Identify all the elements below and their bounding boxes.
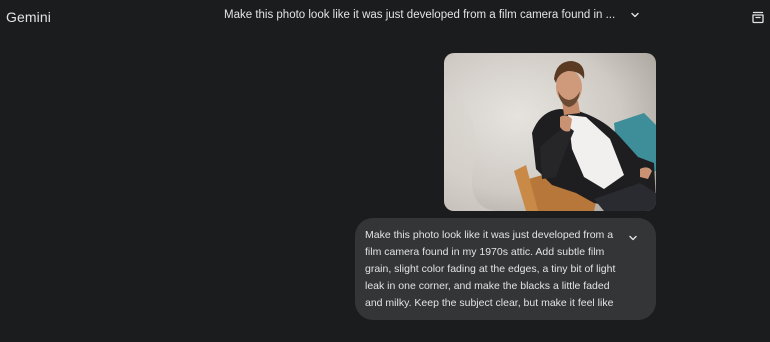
- user-prompt-text: Make this photo look like it was just de…: [365, 229, 616, 309]
- chevron-down-icon[interactable]: [629, 9, 641, 21]
- conversation-title-dropdown[interactable]: Make this photo look like it was just de…: [224, 9, 641, 21]
- user-prompt-bubble: Make this photo look like it was just de…: [355, 218, 656, 320]
- conversation-title: Make this photo look like it was just de…: [224, 9, 616, 21]
- trash-icon[interactable]: [749, 8, 766, 25]
- expand-prompt-icon[interactable]: [627, 232, 639, 244]
- app-logo[interactable]: Gemini: [6, 9, 51, 25]
- uploaded-photo[interactable]: [444, 53, 656, 211]
- chat-app: Gemini Make this photo look like it was …: [0, 0, 770, 342]
